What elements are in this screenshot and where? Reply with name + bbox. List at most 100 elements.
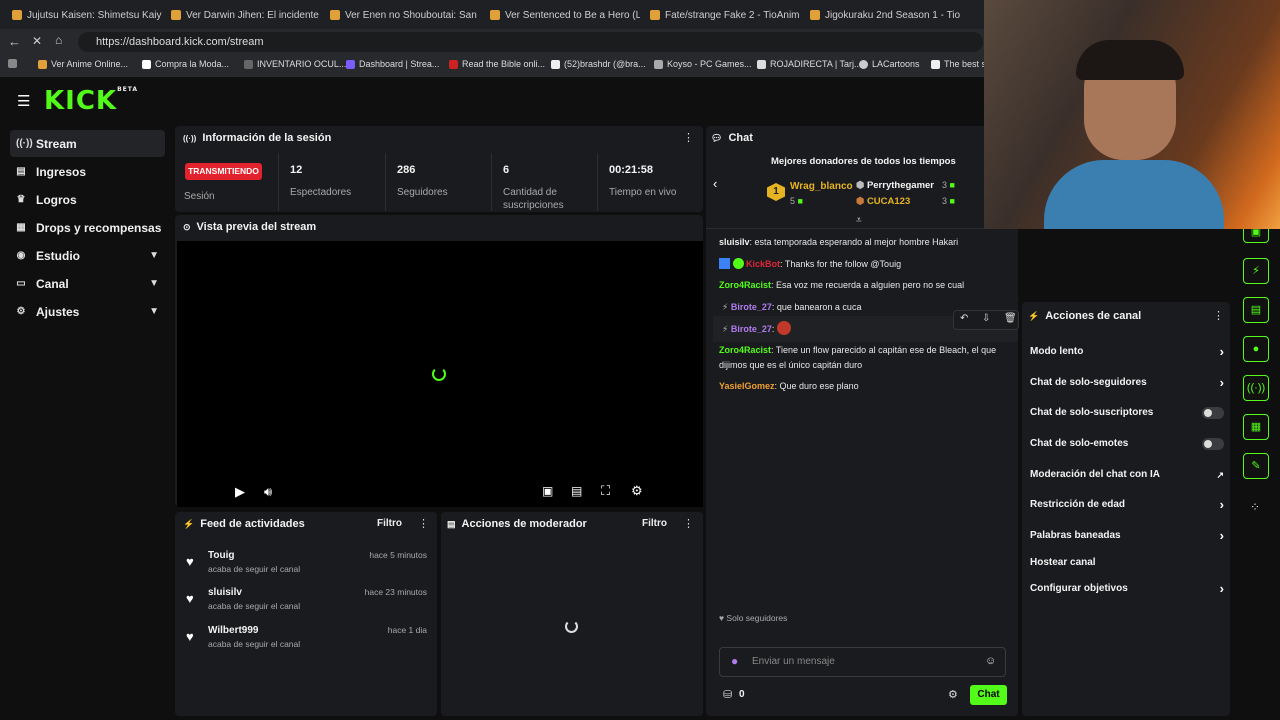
panel-title: Chat	[728, 132, 753, 144]
layout-icon[interactable]: ▦	[1243, 414, 1269, 440]
activity-user[interactable]: Wilbert999	[208, 625, 258, 636]
back-icon[interactable]: ←	[8, 34, 21, 49]
bookmark[interactable]: Koyso - PC Games...	[654, 59, 752, 69]
sidebar-item-canal[interactable]: ▭ Canal ▼	[10, 270, 165, 297]
url-input[interactable]: https://dashboard.kick.com/stream	[78, 32, 983, 52]
reload-icon[interactable]: ✕	[32, 34, 42, 48]
tab-title: Ver Enen no Shouboutai: San no S	[345, 9, 480, 21]
more-options-icon[interactable]: ⋮	[1213, 309, 1224, 322]
emoji-icon[interactable]: ☺	[985, 655, 996, 667]
browser-tab[interactable]: Jujutsu Kaisen: Shimetsu Kaiyuu - J✕	[12, 4, 162, 26]
chat-header: 💬︎ Chat	[711, 132, 753, 144]
sidebar-item-estudio[interactable]: ◉ Estudio ▼	[10, 242, 165, 269]
theater-mode-icon[interactable]: ▤	[571, 484, 582, 498]
browser-tab[interactable]: Ver Darwin Jihen: El incidente Dar✕	[171, 4, 321, 26]
bookmark[interactable]: LACartoons	[859, 59, 920, 69]
bookmark[interactable]: Ver Anime Online...	[38, 59, 128, 69]
picture-in-picture-icon[interactable]: ▣	[542, 484, 553, 498]
bookmark[interactable]: ROJADIRECTA | Tarj...	[757, 59, 862, 69]
kick-logo[interactable]: KICKBETA	[44, 86, 138, 116]
divider	[706, 228, 1018, 229]
action-label: Chat de solo-seguidores	[1030, 377, 1147, 388]
divider	[385, 153, 386, 211]
donor-name-text: CUCA123	[866, 196, 911, 207]
bookmark[interactable]: Read the Bible onli...	[449, 59, 545, 69]
menu-icon[interactable]: ☰	[17, 92, 30, 110]
more-tools-icon[interactable]: ⁘	[1250, 500, 1260, 514]
donor-name[interactable]: ⬢ Perrythegamer	[856, 180, 934, 191]
sidebar-item-drops[interactable]: ▦ Drops y recompensas	[10, 214, 165, 241]
bookmark-label: Compra la Moda...	[155, 59, 230, 69]
action-configure-goals[interactable]: Configurar objetivos ›	[1030, 579, 1226, 599]
toggle-switch[interactable]	[1202, 438, 1224, 450]
chat-username[interactable]: Birote_27	[731, 302, 772, 312]
filter-button[interactable]: Filtro	[642, 518, 667, 529]
chat-username[interactable]: Zoro4Racist	[719, 345, 771, 355]
more-options-icon[interactable]: ⋮	[683, 131, 694, 144]
action-followers-only[interactable]: Chat de solo-seguidores ›	[1030, 373, 1226, 393]
action-subscribers-only[interactable]: Chat de solo-suscriptores	[1030, 403, 1226, 423]
chat-bubble-icon: 💬︎	[711, 132, 723, 143]
chat-username[interactable]: sluisilv	[719, 237, 750, 247]
play-icon[interactable]: ▶	[235, 484, 245, 500]
action-slow-mode[interactable]: Modo lento ›	[1030, 342, 1226, 362]
chat-mode-text: Solo seguidores	[726, 613, 788, 623]
trash-icon[interactable]: 🗑︎	[1004, 313, 1017, 324]
donor-name[interactable]: ⬢ CUCA123	[856, 196, 910, 207]
pin-icon[interactable]: ⇩	[982, 313, 990, 324]
stat-followers: 286 Seguidores	[397, 164, 448, 199]
browser-tab[interactable]: Ver Sentenced to Be a Hero (Latin✕	[490, 4, 640, 26]
bookmark[interactable]: (52)brashdr (@bra...	[551, 59, 646, 69]
broadcast-icon[interactable]: ((·))	[1243, 375, 1269, 401]
chat-username[interactable]: Birote_27	[731, 324, 772, 334]
home-icon[interactable]: ⌂	[55, 33, 62, 47]
lightning-icon[interactable]: ⚡︎	[1243, 258, 1269, 284]
filter-button[interactable]: Filtro	[377, 518, 402, 529]
collapse-icon[interactable]: ⩡	[856, 215, 862, 226]
microphone-icon[interactable]: ●	[731, 654, 738, 668]
chat-bubble-icon[interactable]: ●	[1243, 336, 1269, 362]
chat-username[interactable]: KickBot	[746, 259, 780, 269]
bookmark[interactable]: Compra la Moda...	[142, 59, 229, 69]
sidebar-item-logros[interactable]: ♛ Logros	[10, 186, 165, 213]
more-options-icon[interactable]: ⋮	[683, 517, 694, 530]
bookmark[interactable]: The best st	[931, 59, 989, 69]
sidebar-item-ajustes[interactable]: ⚙ Ajustes ▼	[10, 298, 165, 325]
activity-text: acaba de seguir el canal	[208, 601, 301, 611]
wrench-icon[interactable]: ✎	[1243, 453, 1269, 479]
activity-user[interactable]: sluisilv	[208, 587, 242, 598]
logo-text: KICK	[44, 86, 118, 116]
coin-icon: ■	[949, 196, 955, 206]
chat-username[interactable]: YasielGomez	[719, 381, 775, 391]
action-age-restriction[interactable]: Restricción de edad ›	[1030, 495, 1226, 515]
studio-icon: ◉	[16, 250, 26, 261]
donor-name[interactable]: Wrag_blanco	[790, 181, 853, 192]
gear-icon[interactable]: ⚙	[631, 483, 643, 499]
volume-icon[interactable]: 🔊︎	[264, 484, 272, 500]
action-banned-words[interactable]: Palabras baneadas ›	[1030, 526, 1226, 546]
bookmark[interactable]: INVENTARIO OCUL...	[244, 59, 346, 69]
heart-icon: ♥	[719, 613, 725, 623]
sidebar-item-stream[interactable]: ((·)) Stream	[10, 130, 165, 157]
browser-tab[interactable]: Jigokuraku 2nd Season 1 - TioAni✕	[810, 4, 960, 26]
more-options-icon[interactable]: ⋮	[418, 517, 429, 530]
action-ai-moderation[interactable]: Moderación del chat con IA ↗	[1030, 465, 1226, 485]
activity-time: hace 5 minutos	[369, 550, 427, 560]
action-host-channel[interactable]: Hostear canal	[1030, 553, 1226, 573]
undo-icon[interactable]: ↶	[960, 313, 968, 324]
document-icon[interactable]: ▤	[1243, 297, 1269, 323]
bookmark-apps-icon[interactable]	[8, 59, 17, 68]
chevron-left-icon[interactable]: ‹	[713, 176, 717, 191]
points-icon[interactable]: ⛁	[723, 688, 732, 701]
browser-tab[interactable]: Fate/strange Fake 2 - TioAnime✕	[650, 4, 800, 26]
chat-username[interactable]: Zoro4Racist	[719, 280, 771, 290]
fullscreen-icon[interactable]: ⛶	[601, 483, 610, 499]
action-emotes-only[interactable]: Chat de solo-emotes	[1030, 434, 1226, 454]
sidebar-item-ingresos[interactable]: ▤ Ingresos	[10, 158, 165, 185]
send-chat-button[interactable]: Chat	[970, 685, 1007, 705]
bookmark[interactable]: Dashboard | Strea...	[346, 59, 439, 69]
activity-user[interactable]: Touig	[208, 550, 234, 561]
toggle-switch[interactable]	[1202, 407, 1224, 419]
gear-icon[interactable]: ⚙	[948, 688, 958, 701]
browser-tab[interactable]: Ver Enen no Shouboutai: San no S✕	[330, 4, 480, 26]
